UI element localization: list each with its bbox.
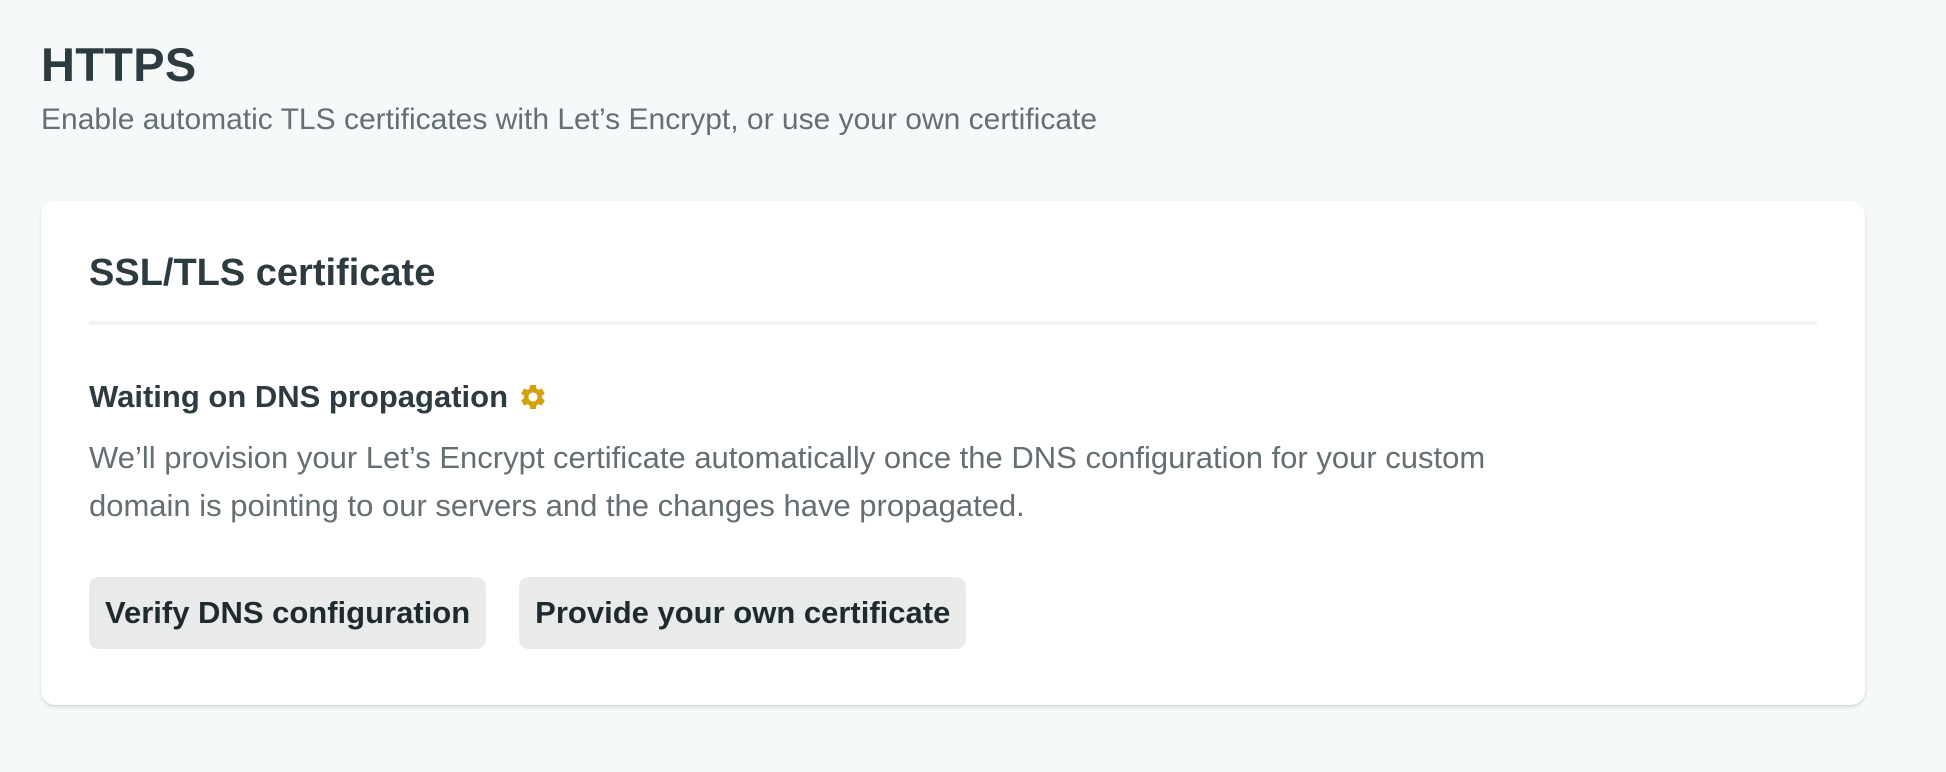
page-subtitle: Enable automatic TLS certificates with L… <box>41 103 1098 136</box>
card-actions: Verify DNS configuration Provide your ow… <box>89 577 1817 649</box>
status-description: We’ll provision your Let’s Encrypt certi… <box>89 440 1486 523</box>
card-divider <box>89 321 1817 325</box>
provide-own-certificate-button[interactable]: Provide your own certificate <box>519 577 967 649</box>
status-title: Waiting on DNS propagation <box>89 379 509 414</box>
gear-icon <box>518 382 548 412</box>
status-row: Waiting on DNS propagation <box>89 377 1817 417</box>
ssl-certificate-card: SSL/TLS certificate Waiting on DNS propa… <box>41 201 1865 705</box>
card-title: SSL/TLS certificate <box>89 252 436 294</box>
https-settings-section: HTTPS Enable automatic TLS certificates … <box>41 36 1865 705</box>
page-title: HTTPS <box>41 38 197 91</box>
verify-dns-button[interactable]: Verify DNS configuration <box>89 577 487 649</box>
